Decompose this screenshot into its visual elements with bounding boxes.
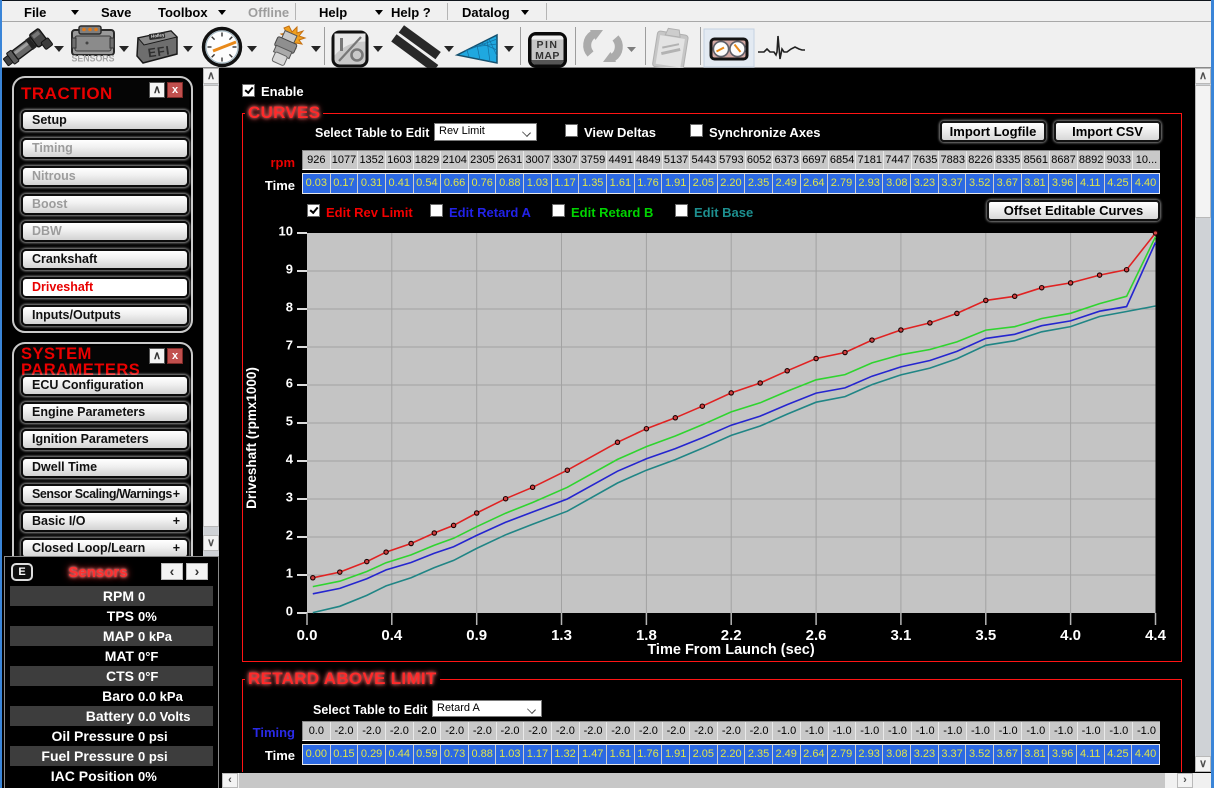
svg-text:5: 5 xyxy=(286,414,293,429)
svg-text:10: 10 xyxy=(279,224,293,239)
svg-text:4: 4 xyxy=(286,452,294,467)
svg-text:9: 9 xyxy=(286,262,293,277)
svg-text:0: 0 xyxy=(286,604,293,619)
svg-text:1.3: 1.3 xyxy=(551,627,572,644)
svg-text:4.4: 4.4 xyxy=(1145,627,1167,644)
svg-text:4.0: 4.0 xyxy=(1060,627,1081,644)
svg-text:3.1: 3.1 xyxy=(890,627,911,644)
svg-text:6: 6 xyxy=(286,376,293,391)
svg-text:7: 7 xyxy=(286,338,293,353)
svg-text:MAP: MAP xyxy=(535,50,560,62)
svg-text:0.0: 0.0 xyxy=(297,627,318,644)
svg-text:0.4: 0.4 xyxy=(381,627,403,644)
svg-text:1: 1 xyxy=(286,566,293,581)
svg-text:0.9: 0.9 xyxy=(466,627,487,644)
svg-text:SENSORS: SENSORS xyxy=(71,54,114,64)
svg-text:8: 8 xyxy=(286,300,293,315)
svg-text:3.5: 3.5 xyxy=(975,627,996,644)
svg-text:Driveshaft (rpmx1000): Driveshaft (rpmx1000) xyxy=(244,367,259,509)
svg-text:3: 3 xyxy=(286,490,293,505)
svg-text:EFI: EFI xyxy=(147,43,171,60)
svg-text:Time From Launch (sec): Time From Launch (sec) xyxy=(647,642,814,658)
svg-text:2: 2 xyxy=(286,528,293,543)
